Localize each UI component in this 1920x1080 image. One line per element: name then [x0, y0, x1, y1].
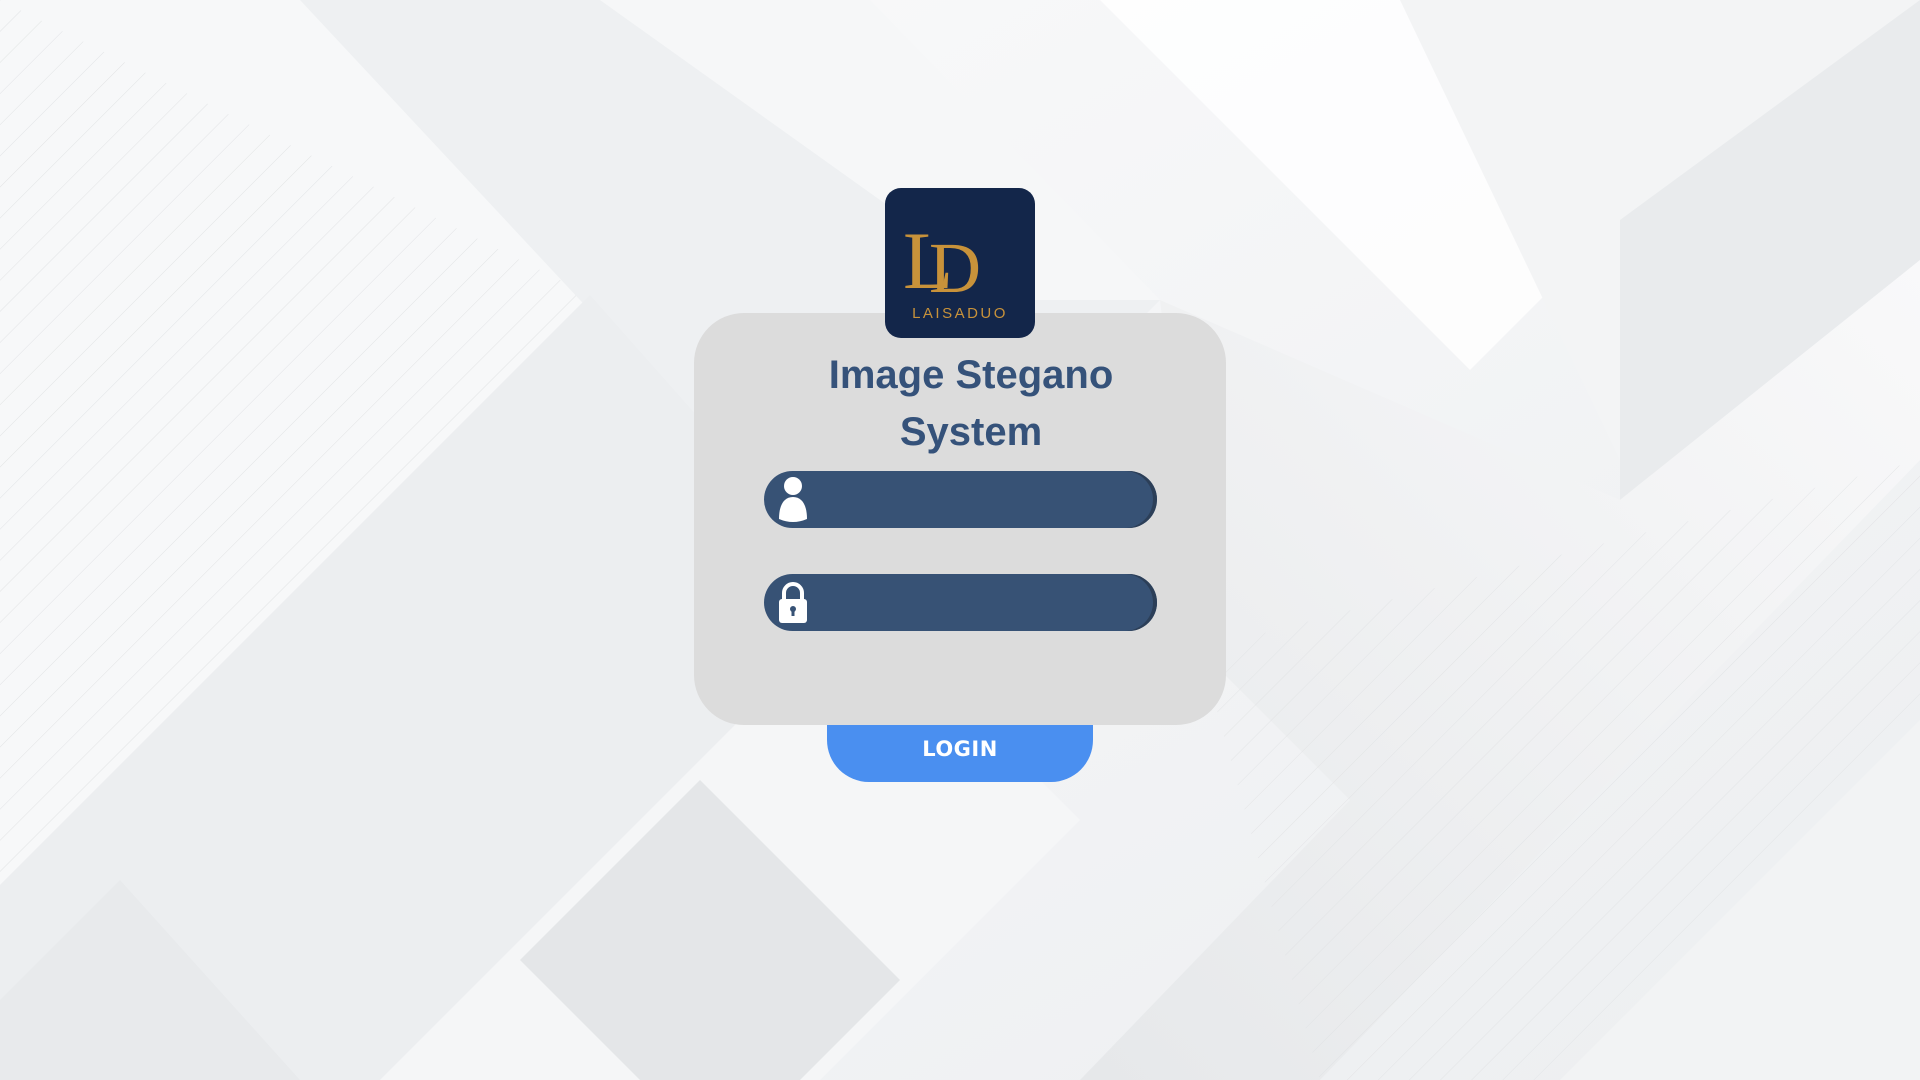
title-line-1: Image Stegano: [828, 353, 1114, 397]
login-screen: L D LAISADUO Image Stegano System LOGIN: [0, 0, 1920, 1080]
title-line-2: System: [899, 410, 1043, 454]
login-button-label: LOGIN: [922, 737, 998, 761]
page-title: Image Stegano System: [694, 347, 1226, 461]
logo-graphic: L D LAISADUO: [903, 215, 1008, 322]
login-card: Image Stegano System: [694, 313, 1226, 725]
laisaduo-logo: L D LAISADUO: [885, 188, 1035, 338]
logo-monogram-d: D: [929, 228, 981, 308]
username-field[interactable]: [764, 471, 1157, 530]
logo-brand-text: LAISADUO: [912, 305, 1008, 322]
password-field[interactable]: [764, 574, 1157, 633]
user-icon: [779, 477, 807, 522]
lock-icon: [779, 582, 807, 623]
password-input[interactable]: [824, 574, 1138, 633]
username-input[interactable]: [824, 471, 1138, 530]
